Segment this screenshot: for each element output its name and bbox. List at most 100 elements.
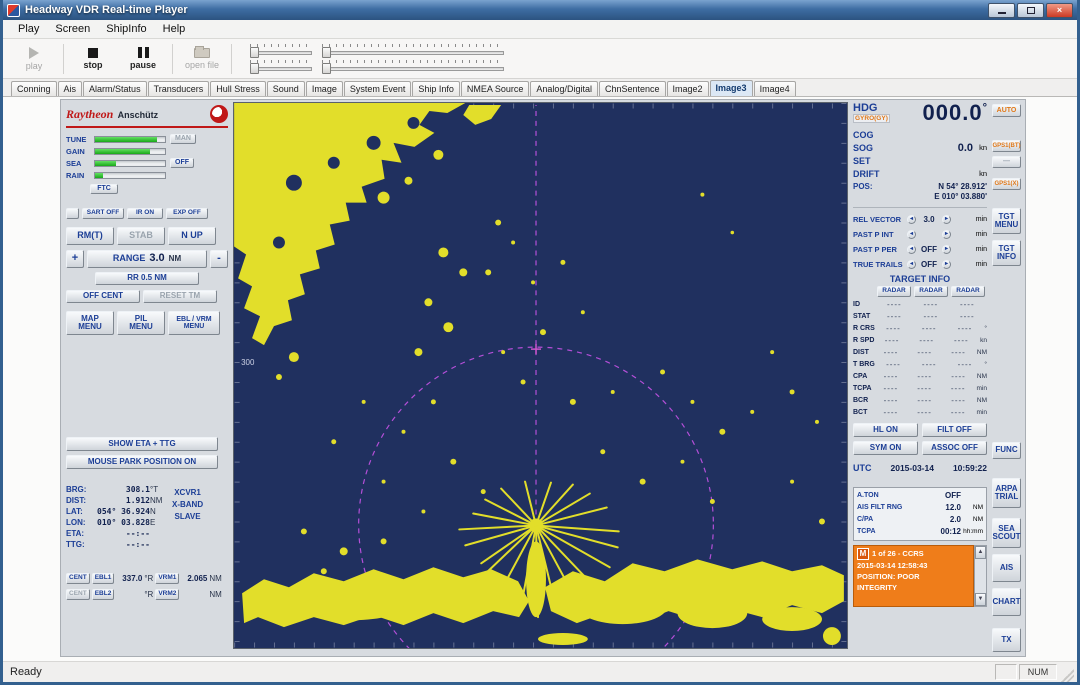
ir-button[interactable]: IR ON — [127, 208, 163, 219]
close-button[interactable]: × — [1046, 3, 1073, 18]
off-center-button[interactable]: OFF CENT — [66, 290, 140, 303]
vrm1-button[interactable]: VRM1 — [155, 573, 179, 584]
tab-image4[interactable]: Image4 — [754, 81, 796, 96]
tx-button[interactable]: TX — [992, 628, 1021, 652]
tab-transducers[interactable]: Transducers — [148, 81, 210, 96]
gps1-x-button[interactable]: GPS1(X) — [992, 178, 1021, 190]
target-source-radar-2[interactable]: RADAR — [914, 286, 948, 297]
cent-ebl2-button[interactable]: CENT — [66, 589, 90, 600]
speed-slider[interactable] — [250, 44, 312, 58]
vector-decrease-button[interactable]: ◂ — [907, 215, 916, 224]
trails-increase-button[interactable]: ▸ — [942, 260, 951, 269]
past-per-increase-button[interactable]: ▸ — [942, 245, 951, 254]
filter-button[interactable]: FILT OFF — [922, 423, 987, 437]
tab-conning[interactable]: Conning — [11, 81, 57, 96]
ebl2-button[interactable]: EBL2 — [92, 589, 115, 600]
north-up-button[interactable]: N UP — [168, 227, 216, 245]
cpa-limit-value: 2.0 — [950, 515, 961, 524]
tab-ais[interactable]: Ais — [58, 81, 83, 96]
position-slider-2[interactable] — [322, 60, 504, 74]
tab-nmea-source[interactable]: NMEA Source — [461, 81, 530, 96]
tgt-info-button[interactable]: TGTINFO — [992, 240, 1021, 266]
tab-image3[interactable]: Image3 — [710, 80, 753, 96]
auto-button[interactable]: AUTO — [992, 104, 1021, 117]
sea-slider[interactable] — [94, 160, 166, 167]
vrm2-button[interactable]: VRM2 — [155, 589, 179, 600]
menu-screen[interactable]: Screen — [48, 21, 97, 37]
drift-label: DRIFT — [853, 169, 880, 179]
menu-play[interactable]: Play — [11, 21, 46, 37]
func-button[interactable]: FUNC — [992, 442, 1021, 459]
gps1-bt-button[interactable]: GPS1(BT) — [992, 140, 1021, 152]
open-file-button[interactable]: open file — [177, 42, 227, 76]
alarm-message-box[interactable]: M 1 of 26 - CCRS 2015-03-14 12:58:43 POS… — [853, 545, 987, 607]
tab-sound[interactable]: Sound — [267, 81, 305, 96]
alarm-scrollbar[interactable]: ▲ ▼ — [974, 545, 987, 607]
man-button[interactable]: MAN — [170, 134, 196, 144]
heading-line-button[interactable]: HL ON — [853, 423, 918, 437]
reset-tm-button[interactable]: RESET TM — [143, 290, 217, 303]
rm-mode-button[interactable]: RM(T) — [66, 227, 114, 245]
past-int-decrease-button[interactable]: ◂ — [907, 230, 916, 239]
tab-alarm-status[interactable]: Alarm/Status — [83, 81, 147, 96]
cent-ebl1-button[interactable]: CENT — [66, 573, 90, 584]
mouse-park-button[interactable]: MOUSE PARK POSITION ON — [66, 455, 218, 469]
cursor-latitude: 054° 36.924 — [92, 507, 150, 516]
trails-decrease-button[interactable]: ◂ — [907, 260, 916, 269]
symbols-button[interactable]: SYM ON — [853, 441, 918, 455]
map-menu-button[interactable]: MAPMENU — [66, 311, 114, 335]
show-eta-ttg-button[interactable]: SHOW ETA + TTG — [66, 437, 218, 451]
tab-hull-stress[interactable]: Hull Stress — [210, 81, 266, 96]
cog-label: COG — [853, 130, 874, 140]
tab-analog-digital[interactable]: Analog/Digital — [530, 81, 598, 96]
ebl-vrm-menu-button[interactable]: EBL / VRMMENU — [168, 311, 220, 335]
target-source-radar-1[interactable]: RADAR — [877, 286, 911, 297]
off-button[interactable]: OFF — [170, 158, 194, 168]
target-source-radar-3[interactable]: RADAR — [951, 286, 985, 297]
arpa-trial-button[interactable]: ARPATRIAL — [992, 478, 1021, 508]
range-minus-button[interactable]: - — [210, 250, 228, 268]
blank-small-button[interactable] — [66, 208, 79, 219]
tab-chnsentence[interactable]: ChnSentence — [599, 81, 666, 96]
resize-grip[interactable] — [1061, 669, 1074, 682]
range-plus-button[interactable]: + — [66, 250, 84, 268]
play-button[interactable]: play — [9, 42, 59, 76]
sart-button[interactable]: SART OFF — [82, 208, 124, 219]
rain-slider[interactable] — [94, 172, 166, 179]
position-slider[interactable] — [322, 44, 504, 58]
maximize-button[interactable] — [1017, 3, 1044, 18]
scroll-down-icon[interactable]: ▼ — [975, 593, 986, 606]
stab-button[interactable]: STAB — [117, 227, 165, 245]
sea-scout-button[interactable]: SEASCOUT — [992, 518, 1021, 548]
dash-button[interactable]: — — [992, 156, 1021, 168]
menu-help[interactable]: Help — [156, 21, 193, 37]
chart-button[interactable]: CHART — [992, 588, 1021, 616]
past-per-decrease-button[interactable]: ◂ — [907, 245, 916, 254]
tab-ship-info[interactable]: Ship Info — [412, 81, 460, 96]
stop-button[interactable]: stop — [68, 42, 118, 76]
tune-slider[interactable] — [94, 136, 166, 143]
gyro-source-badge[interactable]: GYRO(GY) — [853, 114, 890, 123]
speed-slider-2[interactable] — [250, 60, 312, 74]
assoc-button[interactable]: ASSOC OFF — [922, 441, 987, 455]
vector-increase-button[interactable]: ▸ — [942, 215, 951, 224]
gain-slider[interactable] — [94, 148, 166, 155]
tab-system-event[interactable]: System Event — [344, 81, 412, 96]
ebl1-button[interactable]: EBL1 — [92, 573, 115, 584]
minimize-button[interactable] — [988, 3, 1015, 18]
ftc-button[interactable]: FTC — [90, 184, 118, 194]
range-rings-button[interactable]: RR 0.5 NM — [95, 272, 199, 285]
menu-shipinfo[interactable]: ShipInfo — [99, 21, 153, 37]
scroll-up-icon[interactable]: ▲ — [975, 546, 986, 559]
tab-image[interactable]: Image — [306, 81, 343, 96]
pil-menu-button[interactable]: PILMENU — [117, 311, 165, 335]
pause-button[interactable]: pause — [118, 42, 168, 76]
exp-button[interactable]: EXP OFF — [166, 208, 208, 219]
eta-label: ETA: — [66, 529, 92, 538]
past-int-increase-button[interactable]: ▸ — [942, 230, 951, 239]
ais-button[interactable]: AIS — [992, 554, 1021, 582]
tgt-menu-button[interactable]: TGTMENU — [992, 208, 1021, 234]
titlebar[interactable]: Headway VDR Real-time Player × — [3, 0, 1077, 20]
radar-ppi[interactable]: 330 300 — [233, 102, 848, 649]
tab-image2[interactable]: Image2 — [667, 81, 709, 96]
